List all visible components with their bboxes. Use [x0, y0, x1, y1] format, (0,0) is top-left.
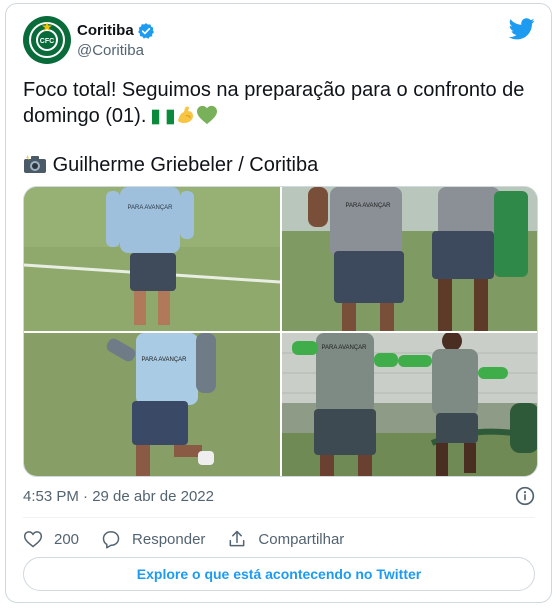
tweet-header: CFC Coritiba @Coritiba	[23, 16, 535, 66]
photo-3[interactable]: PARA AVANÇAR	[24, 333, 280, 476]
tweet-body: Foco total! Seguimos na preparação para …	[23, 79, 530, 127]
nigeria-flag-icon	[151, 106, 174, 132]
camera-flash-icon	[23, 154, 47, 181]
photo-1-shirt-text: PARA AVANÇAR	[127, 205, 173, 211]
tweet-actions: 200 Responder Compartilhar	[23, 524, 366, 554]
photo-2[interactable]: PARA AVANÇAR	[282, 187, 537, 331]
info-icon[interactable]	[515, 486, 535, 506]
flexed-biceps-icon	[174, 103, 196, 132]
photo-1[interactable]: PARA AVANÇAR	[24, 187, 280, 331]
author-display-name[interactable]: Coritiba	[77, 21, 134, 41]
divider	[23, 517, 535, 518]
coritiba-crest-icon: CFC	[29, 22, 65, 58]
verified-badge-icon	[137, 23, 154, 39]
author-name-row[interactable]: Coritiba	[77, 21, 155, 41]
author-handle[interactable]: @Coritiba	[77, 41, 155, 61]
reply-button[interactable]: Responder	[101, 529, 205, 549]
crest-letters: CFC	[40, 38, 54, 45]
like-count: 200	[54, 530, 80, 548]
photo-credit: Guilherme Griebeler / Coritiba	[23, 152, 318, 181]
tweet-text: Foco total! Seguimos na preparação para …	[23, 77, 538, 132]
twitter-bird-icon[interactable]	[509, 18, 535, 40]
reply-bubble-icon	[102, 531, 120, 549]
share-icon	[230, 530, 245, 547]
avatar[interactable]: CFC	[23, 16, 71, 64]
explore-twitter-button[interactable]: Explore o que está acontecendo no Twitte…	[23, 557, 535, 591]
photo-3-shirt-text: PARA AVANÇAR	[141, 357, 187, 363]
tweet-card: CFC Coritiba @Coritiba Foco total! Segui…	[5, 3, 552, 603]
photo-4[interactable]: PARA AVANÇAR	[282, 333, 537, 476]
share-label: Compartilhar	[258, 530, 345, 548]
share-button[interactable]: Compartilhar	[227, 529, 344, 549]
author-info: Coritiba @Coritiba	[77, 21, 155, 61]
heart-icon	[23, 531, 43, 548]
caption-text: Guilherme Griebeler / Coritiba	[52, 154, 319, 176]
like-button[interactable]: 200	[23, 529, 79, 549]
tweet-timestamp[interactable]: 4:53 PM · 29 de abr de 2022	[23, 487, 214, 507]
photo-2-shirt-text: PARA AVANÇAR	[345, 203, 391, 209]
reply-label: Responder	[132, 530, 206, 548]
photo-4-shirt-text: PARA AVANÇAR	[321, 345, 367, 351]
explore-label: Explore o que está acontecendo no Twitte…	[136, 566, 422, 582]
media-grid: PARA AVANÇAR PARA AVANÇAR PARA AVANÇAR P…	[23, 186, 538, 477]
green-heart-icon	[196, 105, 218, 132]
